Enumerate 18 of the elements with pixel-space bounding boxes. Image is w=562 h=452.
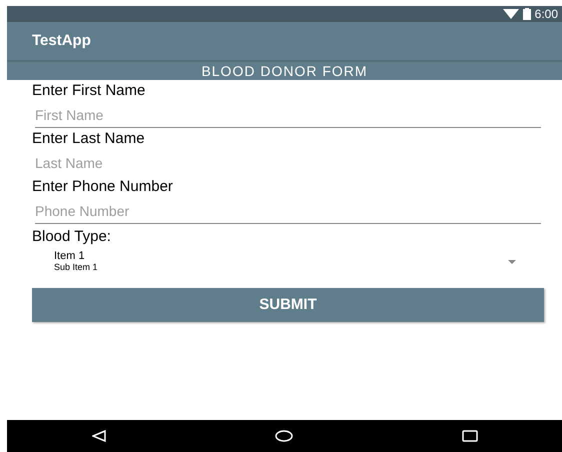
battery-icon <box>522 8 531 20</box>
back-icon[interactable] <box>92 430 106 442</box>
home-icon[interactable] <box>274 430 292 442</box>
submit-button[interactable]: SUBMIT <box>32 288 544 322</box>
field-label: Blood Type: <box>32 227 112 247</box>
field-label: Enter Phone Number <box>32 177 174 197</box>
input-field[interactable]: Phone Number <box>35 198 541 224</box>
field-label: Enter Last Name <box>32 129 146 149</box>
app-title: TestApp <box>32 30 91 51</box>
status-time: 6:00 <box>534 8 558 20</box>
dropdown-arrow-icon <box>508 260 516 264</box>
input-field[interactable]: Last Name <box>35 150 541 176</box>
blood-type-dropdown[interactable]: Item 1 Sub Item 1 <box>32 248 538 274</box>
field-label: Enter First Name <box>32 81 146 101</box>
recents-icon[interactable] <box>462 430 478 442</box>
wifi-icon <box>502 9 519 19</box>
form-title: BLOOD DONOR FORM <box>201 64 368 78</box>
input-field[interactable]: First Name <box>35 102 541 128</box>
